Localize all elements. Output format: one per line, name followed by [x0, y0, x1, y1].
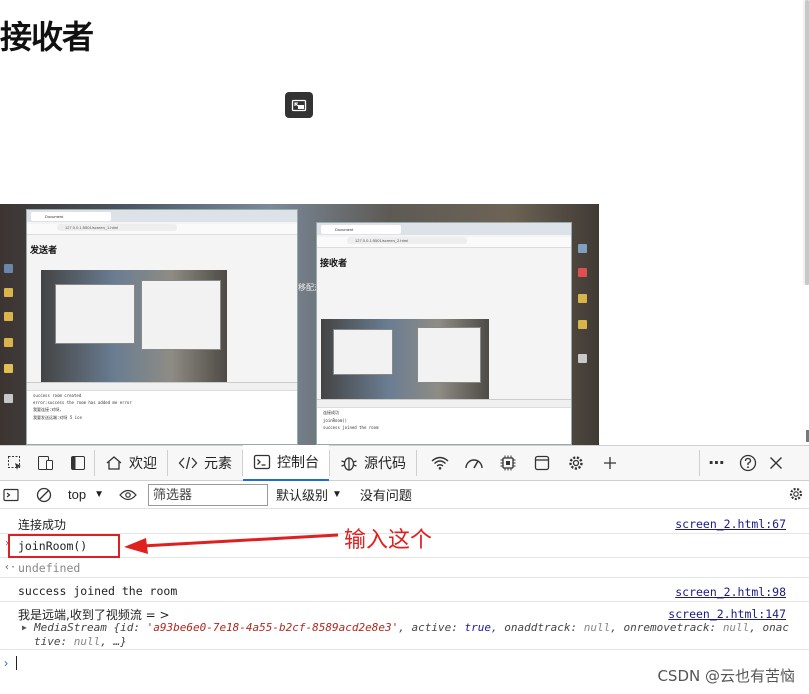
sender-browser-window: Document 127.0.0.1:5501/screen_1.html 发送… [26, 209, 298, 445]
sidebar-toggle-icon[interactable] [2, 488, 20, 502]
tab-sources-label: 源代码 [364, 455, 406, 471]
receiver-video-preview [321, 319, 489, 399]
console-toolbar: top ▼ 默认级别 ▼ 没有问题 [0, 481, 809, 509]
desktop-icon [4, 288, 13, 297]
picture-in-picture-button[interactable] [285, 92, 313, 118]
receiver-browser-window: Document 127.0.0.1:5501/screen_2.html 接收… [316, 222, 572, 445]
memory-chip-icon[interactable] [491, 454, 525, 472]
sender-devtools: success room created error:success the r… [27, 382, 297, 444]
desktop-icon [578, 268, 587, 277]
add-tab-icon[interactable] [593, 456, 627, 470]
sender-video-preview [41, 270, 227, 382]
browser-tab: Document [321, 224, 401, 234]
code-icon [178, 455, 198, 471]
log-level-select[interactable]: 默认级别 ▼ [276, 485, 342, 504]
console-settings-icon[interactable] [787, 486, 805, 502]
divider [416, 450, 417, 476]
bug-icon [340, 454, 358, 472]
context-select-value: top [68, 487, 87, 502]
dock-side-icon[interactable] [62, 455, 94, 471]
browser-tab: Document [31, 211, 111, 221]
page-title: 接收者 [0, 18, 94, 56]
console-message: 我是远端,收到了视频流 = > screen_2.html:147 ▶ Medi… [0, 602, 809, 650]
inspect-element-icon[interactable] [0, 455, 30, 471]
source-link[interactable]: screen_2.html:147 [668, 607, 786, 621]
clear-console-icon[interactable] [32, 487, 56, 503]
desktop-icon [578, 244, 587, 253]
desktop-icon [4, 394, 13, 403]
wifi-network-icon[interactable] [423, 456, 457, 470]
context-select[interactable]: top ▼ [62, 483, 110, 506]
desktop-icon [4, 364, 13, 373]
devtools-tab-strip: 欢迎 元素 控制台 源代码 ⋯ [0, 445, 809, 481]
tab-welcome-label: 欢迎 [129, 455, 157, 471]
annotation-label: 输入这个 [344, 528, 433, 553]
remote-video[interactable]: Document 127.0.0.1:5501/screen_1.html 发送… [0, 204, 599, 445]
console-input-cursor[interactable] [16, 656, 17, 670]
more-options-icon[interactable]: ⋯ [700, 453, 734, 473]
device-emulation-icon[interactable] [30, 455, 62, 471]
performance-gauge-icon[interactable] [457, 456, 491, 470]
console-result: ‹· undefined [0, 558, 809, 578]
tab-sources[interactable]: 源代码 [330, 445, 416, 481]
address-bar: 127.0.0.1:5501/screen_2.html [347, 237, 467, 244]
console-result-text: undefined [18, 561, 81, 575]
desktop-icon [4, 338, 13, 347]
dropdown-arrow-icon: ▼ [332, 489, 342, 500]
issues-status[interactable]: 没有问题 [360, 485, 412, 504]
console-icon [253, 454, 271, 470]
annotation-arrow-icon [124, 533, 339, 554]
desktop-icon [4, 264, 13, 273]
page-scrollbar-thumb[interactable] [805, 0, 809, 285]
source-link[interactable]: screen_2.html:98 [675, 585, 786, 599]
tab-console[interactable]: 控制台 [243, 445, 329, 481]
receiver-heading: 接收者 [320, 259, 348, 269]
tab-elements[interactable]: 元素 [168, 445, 242, 481]
expand-triangle-icon[interactable]: ▶ [22, 621, 27, 635]
console-message-text: success joined the room [18, 584, 178, 598]
sender-heading: 发送者 [30, 246, 58, 256]
mediastream-object[interactable]: ▶ MediaStream {id: 'a93be6e0-7e18-4a55-b… [22, 621, 792, 649]
dropdown-arrow-icon: ▼ [94, 489, 104, 500]
desktop-icon [578, 354, 587, 363]
source-link[interactable]: screen_2.html:67 [675, 517, 786, 531]
desktop-icon [578, 320, 587, 329]
log-level-value: 默认级别 [275, 488, 328, 503]
close-icon[interactable] [762, 456, 790, 470]
console-message-text: 连接成功 [18, 518, 67, 532]
desktop-icon [4, 312, 13, 321]
annotation-highlight-box [8, 534, 120, 558]
receiver-devtools: 连接成功 joinRoom() success joined the room [317, 399, 571, 444]
tab-elements-label: 元素 [204, 455, 232, 471]
page-scrollbar[interactable] [803, 0, 809, 285]
help-icon[interactable] [734, 454, 762, 472]
watermark: CSDN @云也有苦恼 [657, 667, 795, 685]
picture-in-picture-icon [291, 99, 307, 112]
application-icon[interactable] [525, 455, 559, 471]
tab-console-label: 控制台 [277, 454, 319, 470]
desktop-icon [578, 294, 587, 303]
tab-welcome[interactable]: 欢迎 [95, 445, 167, 481]
live-expression-eye-icon[interactable] [116, 489, 140, 501]
home-icon [105, 455, 123, 471]
console-prompt-chevron-icon: › [4, 656, 8, 670]
console-message: success joined the room screen_2.html:98 [0, 580, 809, 602]
filter-input[interactable] [147, 483, 268, 506]
address-bar: 127.0.0.1:5501/screen_1.html [57, 224, 177, 231]
settings-gear-icon[interactable] [559, 454, 593, 472]
result-arrow-icon: ‹· [4, 562, 17, 573]
